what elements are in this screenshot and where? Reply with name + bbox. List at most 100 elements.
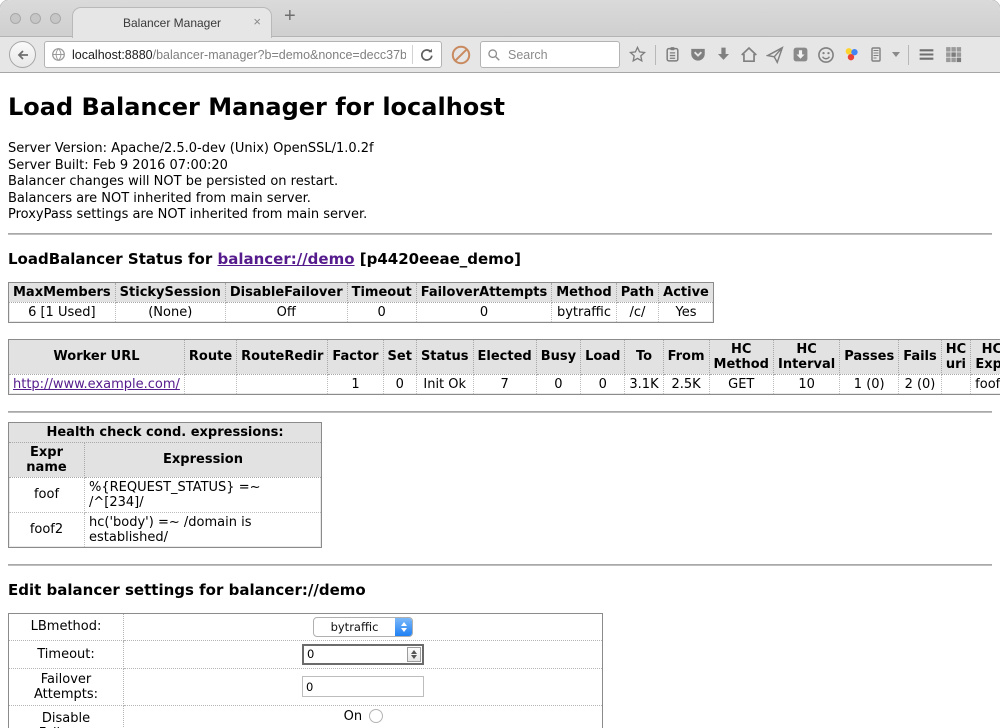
col-hc-uri: HC uri	[941, 339, 970, 374]
video-download-icon[interactable]	[792, 46, 809, 63]
url-domain: localhost:8880	[72, 48, 153, 62]
download-icon[interactable]	[715, 46, 732, 63]
col-expr-name: Expr name	[9, 442, 85, 477]
bookmark-star-icon[interactable]	[628, 45, 647, 64]
cell-timeout: 0	[347, 302, 416, 322]
toolbar-divider	[908, 45, 909, 65]
menu-icon[interactable]	[917, 45, 936, 64]
number-spinner-icon[interactable]	[407, 647, 421, 662]
balancer-demo-link[interactable]: balancer://demo	[217, 250, 354, 268]
status-heading: LoadBalancer Status for balancer://demo …	[8, 250, 992, 268]
url-bar[interactable]: localhost:8880/balancer-manager?b=demo&n…	[44, 41, 442, 68]
container-icon[interactable]	[868, 46, 884, 63]
cell-disablefailover: Off	[225, 302, 347, 322]
table-row: foof2 hc('body') =~ /domain is establish…	[9, 512, 322, 547]
cell-hc-interval: 10	[773, 374, 839, 394]
col-set: Set	[383, 339, 416, 374]
pocket-icon[interactable]	[689, 46, 707, 64]
disable-failover-on-radio[interactable]	[369, 709, 383, 723]
browser-window: Balancer Manager × + localhost:8880/bala…	[0, 0, 1000, 728]
server-built: Server Built: Feb 9 2016 07:00:20	[8, 158, 992, 175]
cell-expr-name: foof2	[9, 512, 85, 547]
url-path: /balancer-manager?b=demo&nonce=decc37be-…	[153, 48, 406, 62]
cell-expression: hc('body') =~ /domain is established/	[85, 512, 322, 547]
timeout-input-field[interactable]	[304, 647, 407, 661]
balancer-status-table: MaxMembers StickySession DisableFailover…	[8, 282, 714, 323]
clipboard-icon[interactable]	[664, 46, 681, 63]
col-route: Route	[184, 339, 236, 374]
col-load: Load	[581, 339, 625, 374]
home-icon[interactable]	[740, 46, 758, 64]
dropdown-caret-icon[interactable]	[892, 52, 900, 57]
col-busy: Busy	[536, 339, 580, 374]
cell-worker-url: http://www.example.com/	[9, 374, 185, 394]
navigation-toolbar: localhost:8880/balancer-manager?b=demo&n…	[0, 37, 1000, 73]
cell-stickysession: (None)	[115, 302, 225, 322]
health-table-title: Health check cond. expressions:	[9, 422, 322, 442]
back-button[interactable]	[9, 41, 36, 68]
cell-set: 0	[383, 374, 416, 394]
col-status: Status	[416, 339, 473, 374]
tab-close-icon[interactable]: ×	[253, 14, 261, 29]
form-row-timeout: Timeout:	[9, 640, 603, 668]
page-content: Load Balancer Manager for localhost Serv…	[0, 93, 1000, 728]
radio-on-label: On	[344, 709, 362, 724]
col-hc-expr: HC Expr	[971, 339, 1000, 374]
timeout-input[interactable]	[302, 644, 424, 665]
search-bar[interactable]	[480, 41, 620, 68]
col-fails: Fails	[899, 339, 942, 374]
zoom-window-button[interactable]	[50, 13, 61, 24]
worker-url-link[interactable]: http://www.example.com/	[13, 377, 180, 392]
table-row: foof %{REQUEST_STATUS} =~ /^[234]/	[9, 477, 322, 512]
search-icon	[487, 48, 501, 62]
cell-active: Yes	[659, 302, 714, 322]
cell-routeredir	[237, 374, 328, 394]
col-disablefailover: DisableFailover	[225, 282, 347, 302]
cell-hc-expr: foof2	[971, 374, 1000, 394]
notice-persist: Balancer changes will NOT be persisted o…	[8, 174, 992, 191]
smiley-icon[interactable]	[817, 46, 835, 64]
apps-grid-icon[interactable]	[944, 45, 963, 64]
table-header-row: Expr name Expression	[9, 442, 322, 477]
col-method: Method	[552, 282, 616, 302]
col-from: From	[663, 339, 709, 374]
cell-busy: 0	[536, 374, 580, 394]
select-stepper-icon	[395, 618, 412, 636]
form-row-lbmethod: LBmethod: bytraffic	[9, 613, 603, 640]
health-check-table: Health check cond. expressions: Expr nam…	[8, 422, 322, 548]
cell-path: /c/	[616, 302, 658, 322]
server-info: Server Version: Apache/2.5.0-dev (Unix) …	[8, 141, 992, 224]
form-row-failover-attempts: Failover Attempts:	[9, 668, 603, 705]
send-icon[interactable]	[766, 46, 784, 64]
divider	[8, 411, 992, 413]
failover-attempts-cell	[124, 668, 603, 705]
page-title: Load Balancer Manager for localhost	[8, 93, 992, 122]
col-elected: Elected	[473, 339, 536, 374]
failover-attempts-input-field[interactable]	[303, 680, 423, 694]
url-text[interactable]: localhost:8880/balancer-manager?b=demo&n…	[72, 48, 406, 62]
reload-icon[interactable]	[419, 47, 435, 63]
globe-icon	[51, 47, 66, 62]
cell-method: bytraffic	[552, 302, 616, 322]
failover-attempts-input[interactable]	[302, 676, 424, 697]
tab-balancer-manager[interactable]: Balancer Manager ×	[72, 7, 272, 38]
block-icon[interactable]	[450, 44, 472, 66]
disable-failover-label: Disable Failover:	[9, 705, 124, 728]
form-row-disable-failover: Disable Failover: On Off	[9, 705, 603, 728]
server-version: Server Version: Apache/2.5.0-dev (Unix) …	[8, 141, 992, 158]
lbmethod-selected-value: bytraffic	[314, 620, 395, 634]
cell-expression: %{REQUEST_STATUS} =~ /^[234]/	[85, 477, 322, 512]
window-controls	[10, 13, 61, 24]
new-tab-button[interactable]: +	[284, 5, 296, 28]
col-timeout: Timeout	[347, 282, 416, 302]
minimize-window-button[interactable]	[30, 13, 41, 24]
cell-elected: 7	[473, 374, 536, 394]
col-expression: Expression	[85, 442, 322, 477]
col-failoverattempts: FailoverAttempts	[416, 282, 552, 302]
search-input[interactable]	[506, 47, 606, 63]
timeout-cell	[124, 640, 603, 668]
palette-icon[interactable]	[843, 46, 860, 63]
cell-passes: 1 (0)	[840, 374, 899, 394]
close-window-button[interactable]	[10, 13, 21, 24]
lbmethod-select[interactable]: bytraffic	[313, 617, 413, 637]
